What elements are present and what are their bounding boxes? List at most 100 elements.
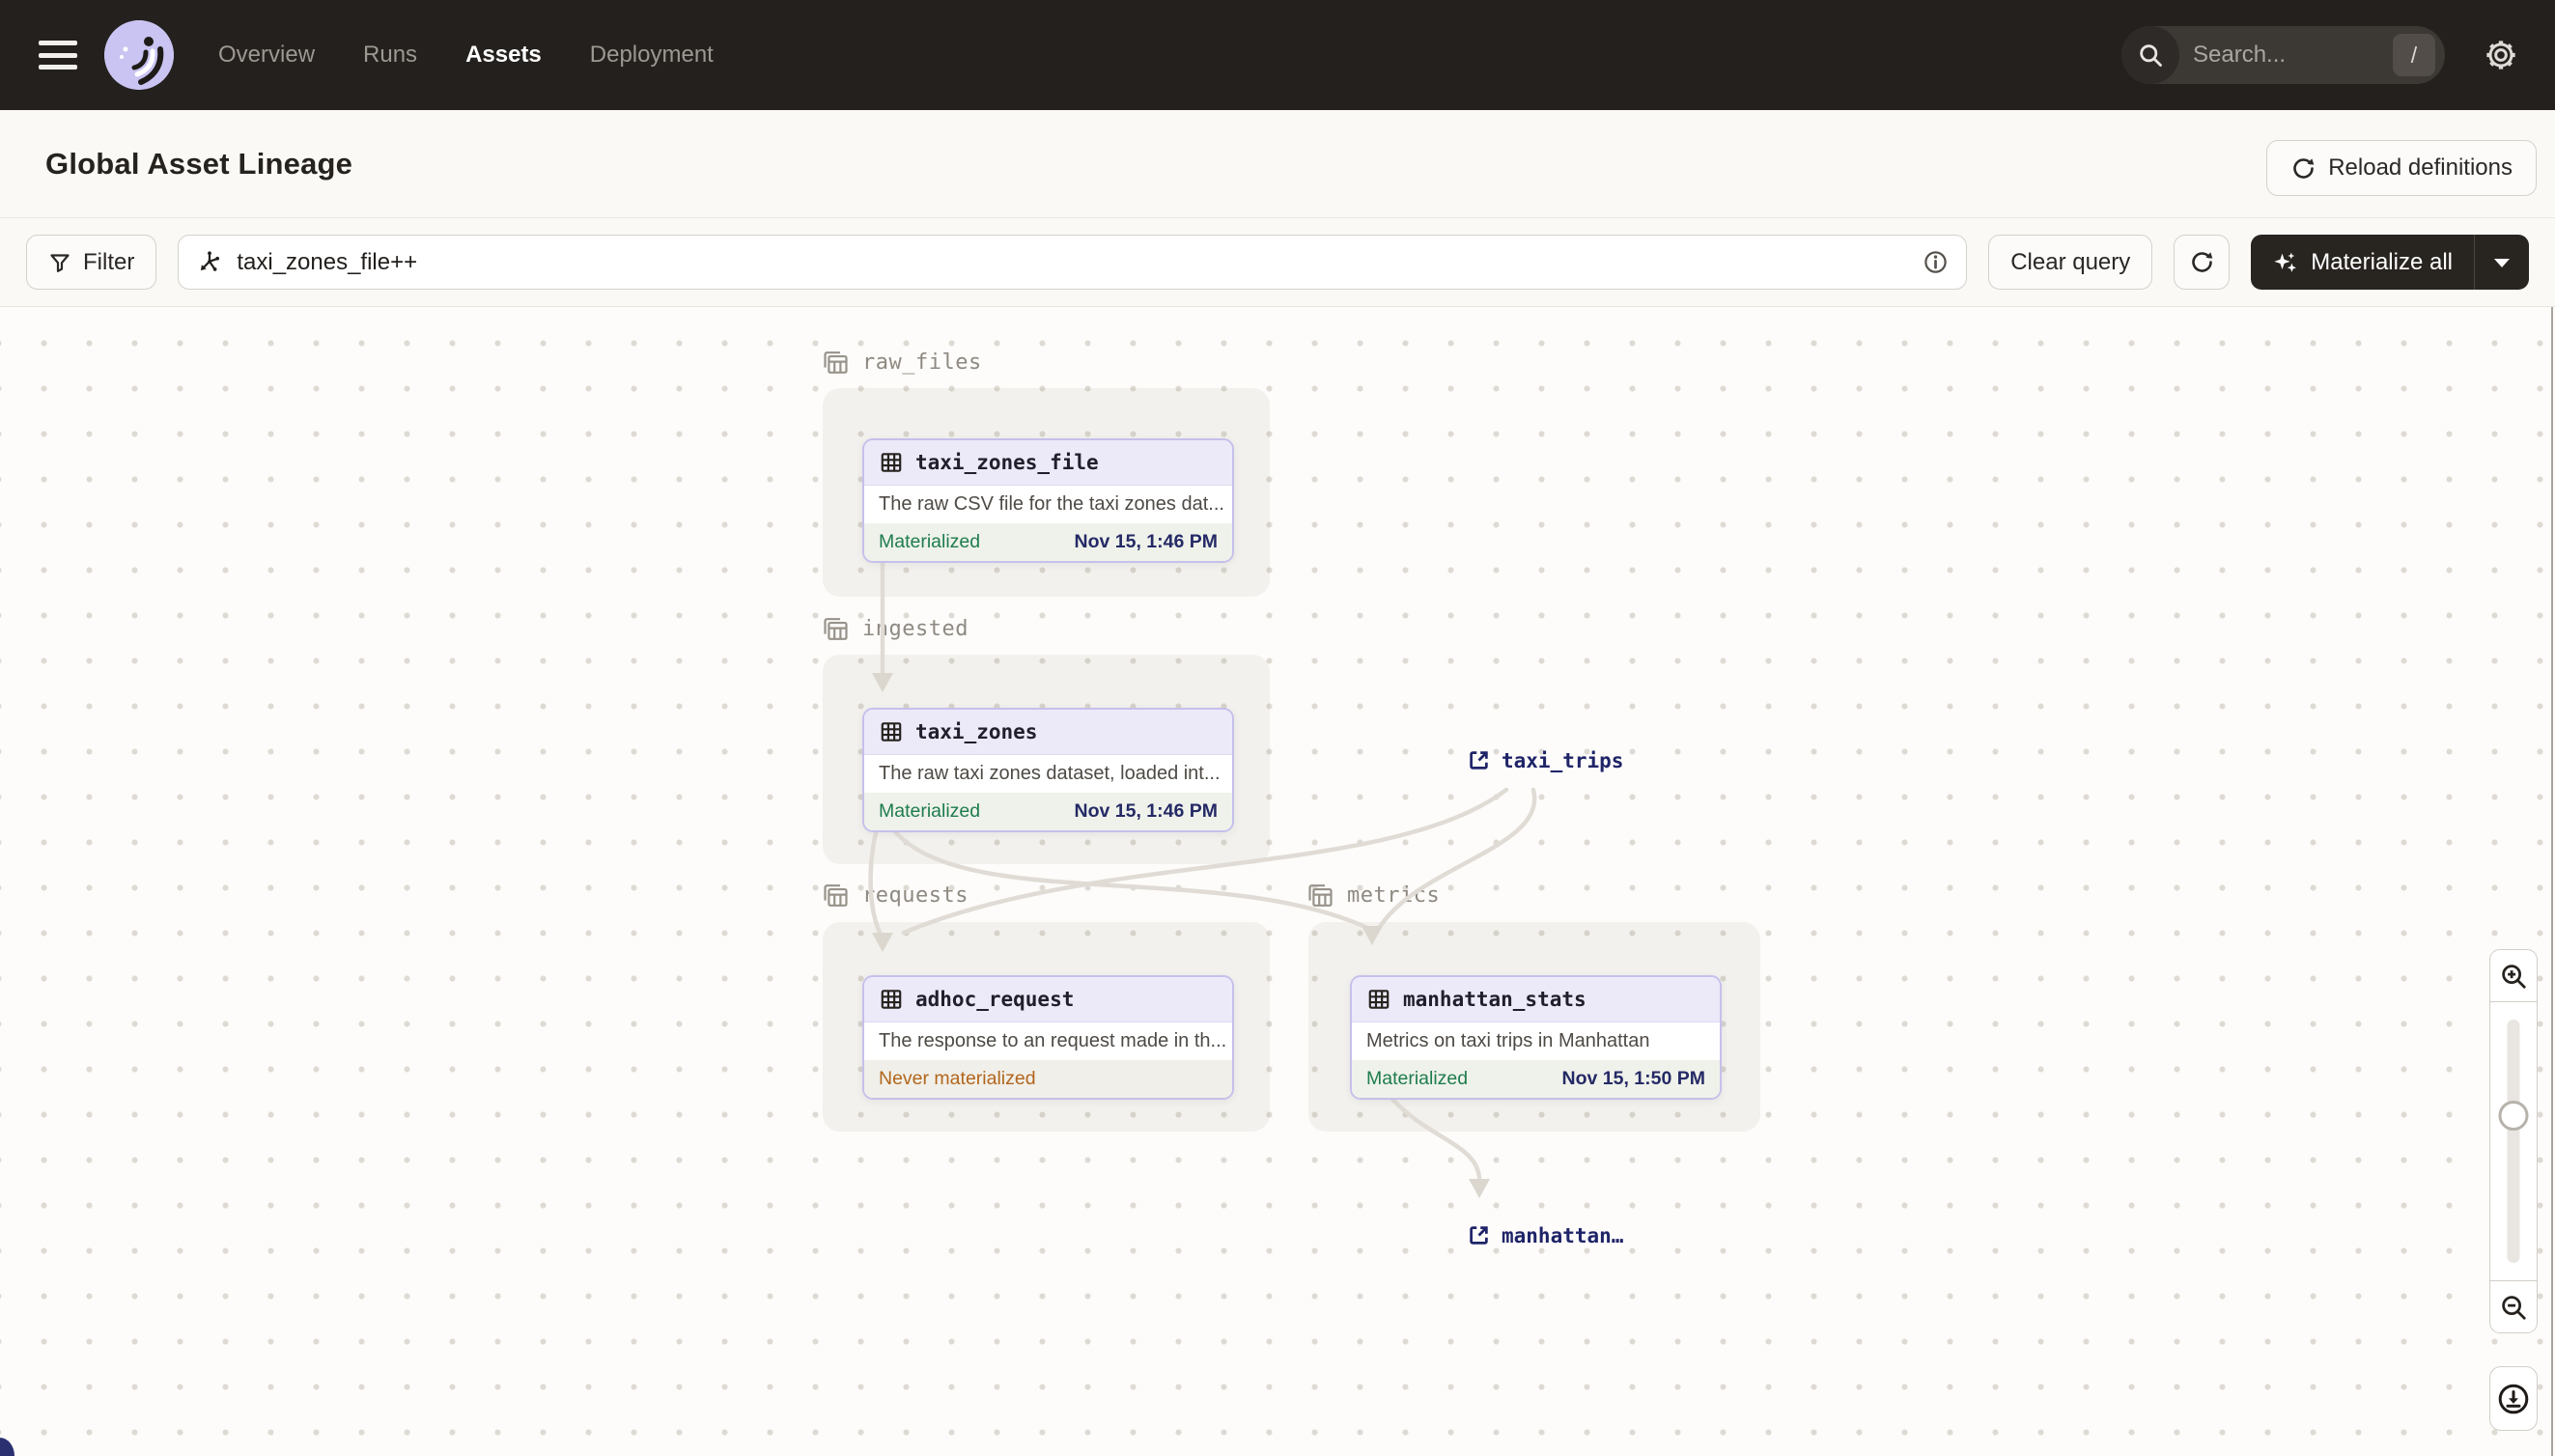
table-icon — [881, 722, 902, 742]
asset-query-input[interactable] — [237, 248, 1910, 276]
clear-query-button[interactable]: Clear query — [1988, 235, 2153, 290]
zoom-out-icon — [2502, 1295, 2526, 1320]
group-label-ingested[interactable]: ingested — [821, 614, 969, 644]
clear-query-label: Clear query — [2010, 248, 2131, 275]
search-shortcut-badge: / — [2393, 34, 2435, 76]
asset-description: Metrics on taxi trips in Manhattan — [1366, 1030, 1650, 1051]
zoom-control-panel — [2489, 949, 2538, 1333]
refresh-icon — [2293, 157, 2315, 179]
materialization-timestamp[interactable]: Nov 15, 1:46 PM — [1075, 531, 1218, 553]
dagster-logo[interactable] — [104, 20, 174, 90]
search-placeholder: Search... — [2193, 42, 2287, 68]
group-label-requests[interactable]: requests — [821, 881, 969, 910]
nav-item-assets[interactable]: Assets — [465, 42, 542, 69]
status-badge: Materialized — [879, 531, 981, 552]
nav-item-runs[interactable]: Runs — [363, 42, 417, 69]
lineage-edges — [868, 555, 1537, 1198]
materialize-all-split-button: Materialize all — [2251, 235, 2529, 290]
reload-definitions-button[interactable]: Reload definitions — [2266, 140, 2537, 196]
top-navbar: Overview Runs Assets Deployment Search..… — [0, 0, 2555, 110]
zoom-slider[interactable] — [2490, 1002, 2537, 1280]
table-icon — [1368, 990, 1390, 1009]
refresh-icon — [2192, 252, 2213, 272]
search-icon — [2121, 26, 2179, 84]
page-header: Global Asset Lineage Reload definitions — [0, 110, 2555, 218]
page-title: Global Asset Lineage — [45, 146, 353, 181]
dagster-octopus-icon — [104, 20, 174, 90]
corner-logo-fragment — [0, 1438, 14, 1456]
filter-funnel-icon — [50, 253, 70, 272]
group-label-raw-files[interactable]: raw_files — [821, 348, 982, 378]
asset-name: taxi_zones — [915, 720, 1038, 743]
table-stack-icon — [1308, 884, 1333, 907]
materialization-timestamp[interactable]: Nov 15, 1:46 PM — [1075, 800, 1218, 823]
table-icon — [881, 990, 902, 1009]
download-circle-icon — [2498, 1384, 2529, 1414]
global-search[interactable]: Search... / — [2121, 26, 2445, 84]
reload-definitions-label: Reload definitions — [2328, 154, 2513, 181]
sparkles-icon — [2274, 252, 2297, 272]
asset-node-manhattan-stats[interactable]: manhattan_stats Metrics on taxi trips in… — [1350, 975, 1722, 1100]
info-icon[interactable] — [1923, 249, 1949, 275]
nav-item-deployment[interactable]: Deployment — [590, 42, 714, 69]
table-stack-icon — [824, 618, 848, 640]
group-label-text: ingested — [862, 617, 969, 641]
external-asset-label: taxi_trips — [1502, 748, 1624, 772]
status-badge: Never materialized — [879, 1068, 1036, 1089]
zoom-in-button[interactable] — [2490, 950, 2537, 1002]
table-icon — [881, 453, 902, 472]
group-label-text: raw_files — [862, 350, 982, 375]
materialize-all-label: Materialize all — [2311, 248, 2453, 275]
hamburger-menu-icon[interactable] — [39, 41, 77, 70]
status-badge: Materialized — [1366, 1068, 1469, 1089]
zoom-in-icon — [2502, 964, 2526, 989]
asset-name: adhoc_request — [915, 988, 1075, 1011]
asset-node-adhoc-request[interactable]: adhoc_request The response to an request… — [862, 975, 1234, 1100]
asset-status-bar: Materialized Nov 15, 1:46 PM — [864, 523, 1232, 561]
external-asset-label: manhattan… — [1502, 1223, 1624, 1247]
zoom-slider-thumb[interactable] — [2498, 1101, 2529, 1131]
asset-name: manhattan_stats — [1403, 988, 1586, 1011]
asset-description: The raw CSV file for the taxi zones dat.… — [879, 493, 1224, 515]
zoom-slider-track[interactable] — [2507, 1020, 2520, 1263]
nav-item-overview[interactable]: Overview — [218, 42, 315, 69]
asset-status-bar: Never materialized — [864, 1060, 1232, 1098]
filter-button[interactable]: Filter — [26, 235, 157, 290]
group-label-metrics[interactable]: metrics — [1306, 881, 1440, 910]
chevron-down-icon — [2494, 258, 2510, 267]
scrollbar-track[interactable] — [2551, 307, 2553, 1456]
asset-node-header: taxi_zones_file — [864, 440, 1232, 486]
asset-node-header: taxi_zones — [864, 710, 1232, 755]
lineage-graph-canvas[interactable]: raw_files ingested requests metrics taxi… — [0, 307, 2555, 1456]
asset-node-taxi-zones[interactable]: taxi_zones The raw taxi zones dataset, l… — [862, 708, 1234, 832]
asset-status-bar: Materialized Nov 15, 1:46 PM — [864, 793, 1232, 830]
asset-node-header: manhattan_stats — [1352, 977, 1720, 1022]
primary-nav: Overview Runs Assets Deployment — [218, 42, 714, 69]
table-stack-icon — [824, 884, 848, 907]
external-link-icon — [1470, 751, 1488, 770]
recenter-view-button[interactable] — [2489, 1366, 2538, 1431]
refresh-graph-button[interactable] — [2174, 235, 2231, 290]
asset-name: taxi_zones_file — [915, 451, 1099, 474]
graph-query-icon — [201, 250, 220, 271]
lineage-toolbar: Filter Clear query — [0, 218, 2555, 307]
table-stack-icon — [824, 351, 848, 374]
external-link-icon — [1470, 1226, 1488, 1245]
materialize-all-button[interactable]: Materialize all — [2251, 235, 2474, 290]
materialize-options-button[interactable] — [2475, 235, 2529, 290]
group-label-text: requests — [862, 883, 969, 908]
group-label-text: metrics — [1347, 883, 1441, 908]
filter-button-label: Filter — [83, 248, 135, 275]
gear-icon — [2486, 41, 2515, 70]
external-asset-manhattan[interactable]: manhattan… — [1466, 1222, 1623, 1248]
asset-node-taxi-zones-file[interactable]: taxi_zones_file The raw CSV file for the… — [862, 438, 1234, 563]
asset-node-header: adhoc_request — [864, 977, 1232, 1022]
zoom-out-button[interactable] — [2490, 1280, 2537, 1332]
settings-button[interactable] — [2474, 28, 2528, 82]
materialization-timestamp[interactable]: Nov 15, 1:50 PM — [1562, 1068, 1705, 1090]
asset-status-bar: Materialized Nov 15, 1:50 PM — [1352, 1060, 1720, 1098]
status-badge: Materialized — [879, 800, 981, 822]
asset-description: The response to an request made in th... — [879, 1030, 1227, 1051]
asset-query-field[interactable] — [178, 235, 1968, 290]
external-asset-taxi-trips[interactable]: taxi_trips — [1466, 747, 1623, 773]
